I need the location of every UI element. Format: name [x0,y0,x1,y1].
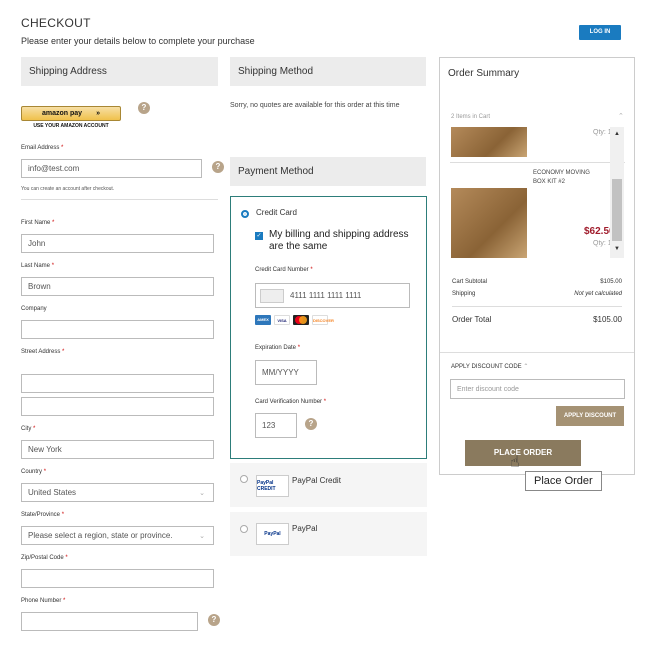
country-label: Country * [21,469,47,475]
paypal-credit-radio[interactable] [240,475,248,483]
paypal-credit-label: PayPal Credit [292,476,341,485]
cvv-field[interactable]: 123 [255,413,297,438]
chevron-down-icon: ⌄ [199,532,205,540]
exp-date-label: Expiration Date * [255,345,301,351]
cc-number-label: Credit Card Number * [255,267,313,273]
amazon-pay-label: amazon pay [42,110,83,117]
order-total-label: Order Total [452,315,492,324]
email-label: Email Address * [21,145,64,151]
last-name-field[interactable]: Brown [21,277,214,296]
credit-card-label: Credit Card [256,208,297,217]
company-label: Company [21,306,47,312]
shipping-method-heading: Shipping Method [230,57,426,86]
state-select[interactable]: Please select a region, state or provinc… [21,526,214,545]
item2-qty: Qty: 1 [593,240,612,247]
paypal-logo: PayPal [256,523,289,545]
city-field[interactable]: New York [21,440,214,459]
first-name-field[interactable]: John [21,234,214,253]
help-icon[interactable]: ? [305,418,317,430]
amazon-pay-sub: USE YOUR AMAZON ACCOUNT [33,123,109,129]
help-icon[interactable]: ? [212,161,224,173]
payment-method-heading: Payment Method [230,157,426,186]
shipping-label: Shipping [452,291,476,297]
cart-subtotal-value: $105.00 [600,279,622,285]
paypal-radio[interactable] [240,525,248,533]
paypal-label: PayPal [292,524,318,533]
discount-code-input[interactable]: Enter discount code [450,379,625,399]
hand-cursor-icon: ☝ [510,454,520,471]
item2-name: ECONOMY MOVING BOX KIT #2 [533,170,590,185]
mastercard-icon [293,315,309,325]
chevron-up-icon: ⌃ [523,364,529,370]
zip-field[interactable] [21,569,214,588]
login-button[interactable]: LOG IN [579,25,621,40]
divider [440,352,634,353]
chevron-down-icon: ⌄ [199,489,205,497]
order-summary-heading: Order Summary [448,68,520,79]
chevron-up-icon[interactable]: ⌃ [618,112,624,120]
zip-label: Zip/Postal Code * [21,555,68,561]
company-field[interactable] [21,320,214,339]
billing-same-checkbox[interactable]: ✓ [255,232,263,240]
help-icon[interactable]: ? [138,102,150,114]
scroll-up-icon[interactable]: ▲ [614,131,620,137]
apply-discount-toggle[interactable]: APPLY DISCOUNT CODE ⌃ [451,363,528,370]
street-line2-field[interactable] [21,397,214,416]
cart-scrollbar[interactable]: ▲ ▼ [610,127,624,258]
shipping-address-heading: Shipping Address [21,57,218,86]
cart-subtotal-label: Cart Subtotal [452,279,488,285]
divider [452,306,622,307]
place-order-button[interactable]: PLACE ORDER [465,440,581,466]
help-icon[interactable]: ? [208,614,220,626]
place-order-tooltip: Place Order [525,471,602,491]
scrollbar-thumb[interactable] [612,179,622,241]
order-total-value: $105.00 [593,315,622,324]
product-image [451,127,527,157]
paypal-option[interactable]: PayPal PayPal [230,512,427,556]
city-label: City * [21,426,36,432]
street-line1-field[interactable] [21,374,214,393]
cart-items-list: Qty: 1 ECONOMY MOVING BOX KIT #2 $62.50 … [450,127,625,258]
exp-date-field[interactable]: MM/YYYY [255,360,317,385]
items-in-cart[interactable]: 2 Items in Cart [451,114,490,120]
credit-card-radio[interactable] [241,210,249,218]
cvv-label: Card Verification Number * [255,399,327,405]
page-subtitle: Please enter your details below to compl… [21,36,255,46]
order-summary-panel: Order Summary 2 Items in Cart ⌃ Qty: 1 E… [439,57,635,475]
email-field[interactable]: info@test.com [21,159,202,178]
last-name-label: Last Name * [21,263,55,269]
paypal-credit-option[interactable]: PayPal CREDIT PayPal Credit [230,463,427,507]
discover-icon: DISCOVER [312,315,334,325]
divider [450,162,625,163]
amazon-pay-button[interactable]: amazon pay » USE YOUR AMAZON ACCOUNT [21,106,121,130]
page-title: CHECKOUT [21,16,91,30]
scroll-down-icon[interactable]: ▼ [614,246,620,252]
street-label: Street Address * [21,349,65,355]
product-image [451,188,527,258]
double-chevron-icon: » [96,110,100,117]
apply-discount-button[interactable]: APPLY DISCOUNT [556,406,624,426]
billing-same-label: My billing and shipping address are the … [269,229,409,252]
card-brands: AMEX VISA DISCOVER [255,315,334,325]
shipping-value: Not yet calculated [574,291,622,297]
country-select[interactable]: United States ⌄ [21,483,214,502]
phone-label: Phone Number * [21,598,66,604]
first-name-label: First Name * [21,220,55,226]
divider [21,199,218,200]
credit-card-panel: Credit Card ✓ My billing and shipping ad… [230,196,427,459]
no-quotes-message: Sorry, no quotes are available for this … [230,102,400,109]
visa-icon: VISA [274,315,290,325]
card-icon [260,288,284,303]
cc-number-field[interactable]: 4111 1111 1111 1111 [255,283,410,308]
state-label: State/Province * [21,512,65,518]
phone-field[interactable] [21,612,198,631]
item1-qty: Qty: 1 [593,129,612,136]
email-hint: You can create an account after checkout… [21,186,115,192]
paypal-credit-logo: PayPal CREDIT [256,475,289,497]
amex-icon: AMEX [255,315,271,325]
